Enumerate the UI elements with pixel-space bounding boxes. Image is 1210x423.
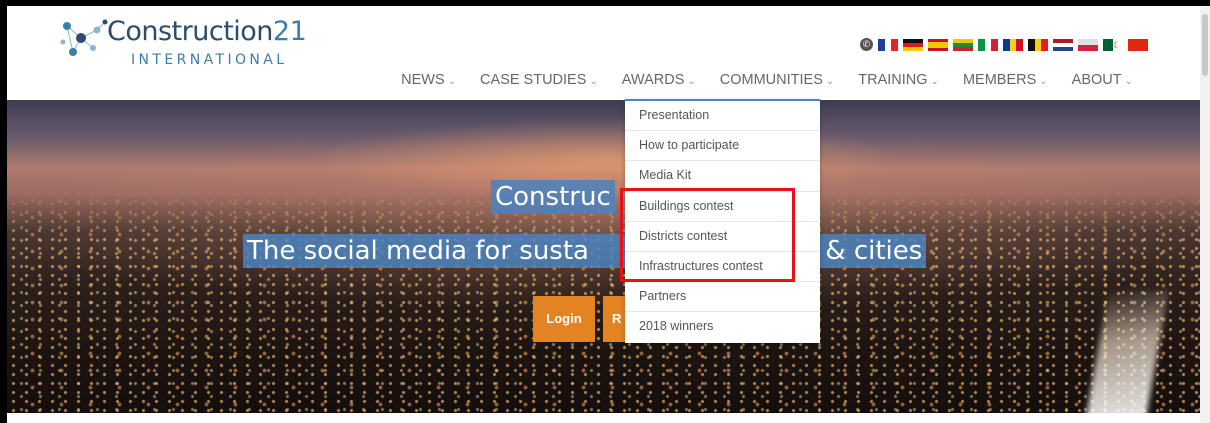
hero-subtitle: The social media for susta gs & cities	[243, 234, 927, 268]
nav-case-studies[interactable]: CASE STUDIES ⌄	[468, 72, 610, 88]
flag-es-icon[interactable]	[928, 38, 948, 51]
globe-icon[interactable]: ✆	[860, 38, 873, 51]
chevron-down-icon: ⌄	[1124, 76, 1133, 87]
menu-item-districts-contest[interactable]: Districts contest	[625, 222, 820, 252]
chevron-down-icon: ⌄	[687, 76, 696, 87]
vertical-scrollbar[interactable]	[1200, 6, 1210, 423]
chevron-down-icon: ⌄	[825, 76, 835, 87]
nav-communities-label: COMMUNITIES	[719, 72, 823, 88]
nav-news-label: NEWS	[401, 72, 445, 88]
logo-subtitle: INTERNATIONAL	[131, 52, 288, 68]
menu-item-partners[interactable]: Partners	[625, 282, 820, 313]
flag-dz-icon[interactable]: ☾	[1103, 38, 1123, 51]
flag-ro-icon[interactable]	[1003, 38, 1024, 51]
main-nav: NEWS ⌄ CASE STUDIES ⌄ AWARDS ⌄ COMMUNITIES ⌄…	[389, 72, 1145, 88]
site-header: Construction21 INTERNATIONAL ✆ ☾ NEWS ⌄ C…	[7, 6, 1200, 100]
nav-news[interactable]: NEWS ⌄	[389, 72, 468, 88]
flag-it-icon[interactable]	[978, 38, 999, 51]
flag-pl-icon[interactable]	[1078, 38, 1098, 51]
language-selector: ✆ ☾	[860, 38, 1148, 51]
hero-subtitle-start: The social media for susta	[247, 236, 589, 266]
nav-case-studies-label: CASE STUDIES	[480, 72, 587, 88]
menu-item-buildings-contest[interactable]: Buildings contest	[625, 192, 820, 222]
hero-banner: Construc The social media for susta gs & …	[7, 100, 1200, 413]
nav-communities[interactable]: COMMUNITIES ⌄	[708, 72, 847, 88]
chevron-down-icon: ⌄	[1039, 76, 1048, 87]
hero-title: Construc	[491, 180, 615, 214]
logo-wordmark: Construction21	[107, 16, 307, 47]
chevron-down-icon: ⌄	[930, 76, 939, 87]
flag-be-icon[interactable]	[1028, 38, 1049, 51]
site-logo[interactable]: Construction21 INTERNATIONAL	[51, 12, 307, 82]
chevron-down-icon: ⌄	[447, 76, 457, 87]
network-logo-icon	[60, 19, 108, 56]
menu-item-2018-winners[interactable]: 2018 winners	[625, 312, 820, 342]
menu-item-how-to-participate[interactable]: How to participate	[625, 131, 820, 162]
flag-nl-icon[interactable]	[1053, 38, 1073, 51]
window-frame-left	[0, 0, 7, 423]
chevron-down-icon: ⌄	[589, 76, 598, 87]
nav-about-label: ABOUT	[1071, 72, 1122, 88]
nav-members[interactable]: MEMBERS ⌄	[951, 72, 1060, 88]
nav-members-label: MEMBERS	[962, 72, 1037, 88]
nav-training[interactable]: TRAINING ⌄	[846, 72, 951, 88]
flag-fr-icon[interactable]	[878, 38, 899, 51]
nav-training-label: TRAINING	[858, 72, 928, 88]
menu-item-infrastructures-contest[interactable]: Infrastructures contest	[625, 252, 820, 283]
logo-name: Construction	[107, 16, 273, 47]
page-content-start	[7, 413, 1200, 423]
login-button[interactable]: Login	[533, 296, 595, 342]
menu-item-media-kit[interactable]: Media Kit	[625, 161, 820, 192]
scrollbar-thumb[interactable]	[1202, 14, 1208, 76]
nav-awards[interactable]: AWARDS ⌄	[610, 72, 708, 88]
flag-lt-icon[interactable]	[953, 38, 973, 51]
flag-cn-icon[interactable]	[1128, 38, 1148, 51]
flag-de-icon[interactable]	[903, 38, 923, 51]
nav-about[interactable]: ABOUT ⌄	[1060, 72, 1145, 88]
menu-item-presentation[interactable]: Presentation	[625, 101, 820, 132]
awards-dropdown-menu: Presentation How to participate Media Ki…	[625, 99, 820, 343]
logo-number: 21	[272, 16, 307, 47]
nav-awards-label: AWARDS	[621, 72, 685, 88]
